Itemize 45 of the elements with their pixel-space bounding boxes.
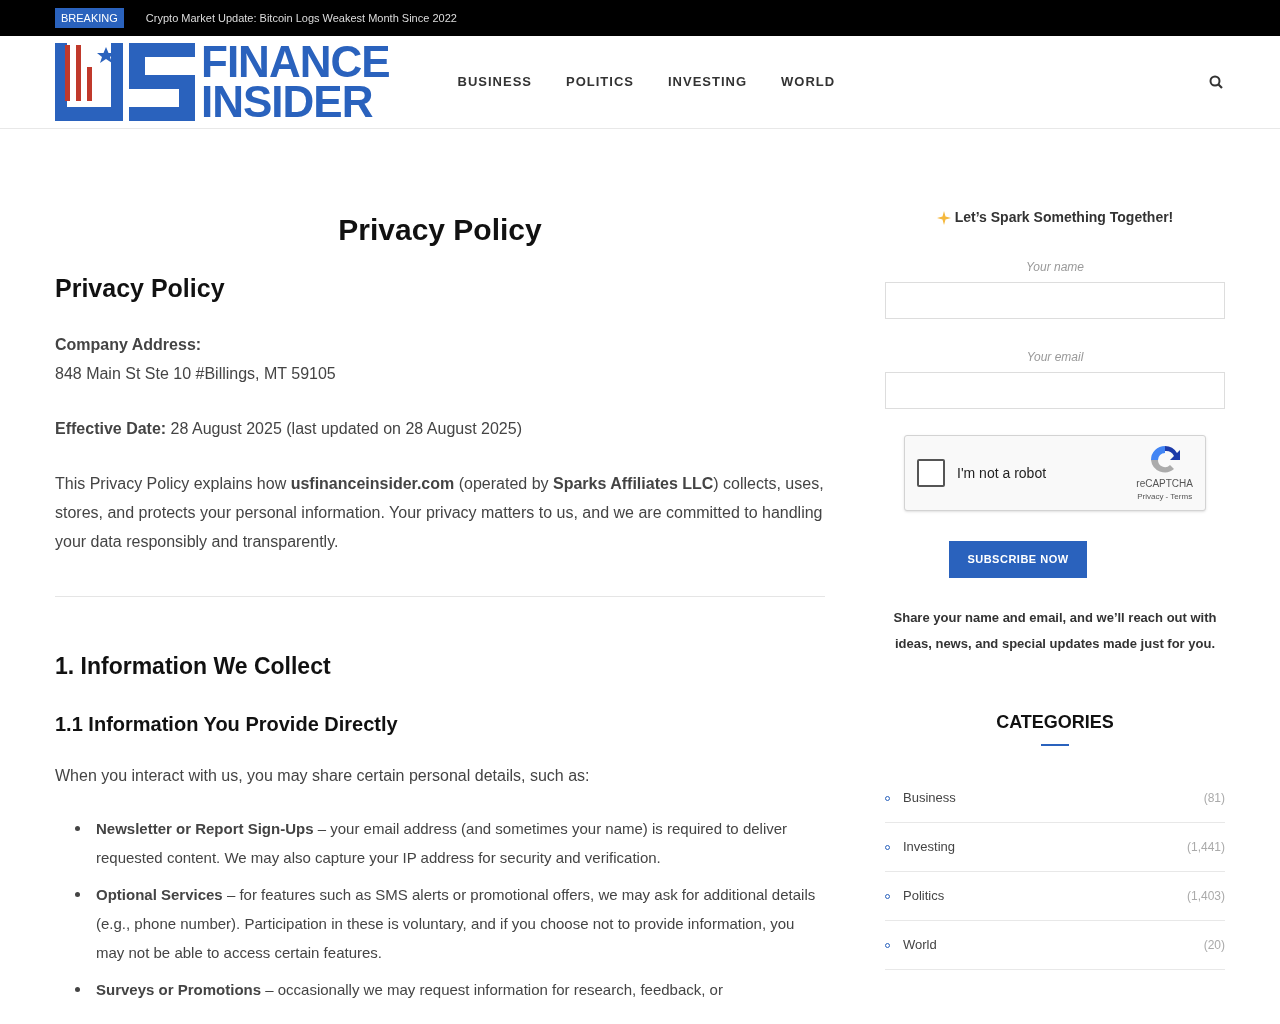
category-count: (1,441) [1186, 839, 1225, 856]
subsection-heading: 1.1 Information You Provide Directly [55, 712, 399, 737]
captcha-brand: reCAPTCHA [1136, 476, 1193, 491]
address-label: Company Address: [55, 334, 203, 355]
field-label: Your email [1025, 349, 1085, 366]
nav-link[interactable]: WORLD [781, 72, 836, 92]
captcha-checkbox[interactable] [917, 459, 945, 487]
category-count: (81) [1203, 790, 1225, 807]
bullet-text: Optional Services – for features such as SMS alerts or promotional offers, we may ask for additional details (e.g., phone number). Participation in these is voluntary, and if you choose not to provide information, you may not be able to access certain features. [96, 885, 817, 963]
category-link[interactable]: Politics [903, 886, 945, 906]
category-link[interactable]: Investing [903, 837, 956, 857]
category-count: (20) [1203, 937, 1225, 954]
category-link[interactable]: World [903, 935, 937, 955]
nav-link[interactable]: BUSINESS [457, 72, 533, 92]
email-field[interactable] [885, 372, 1225, 409]
page-title: Privacy Policy [337, 212, 543, 248]
category-count: (1,403) [1186, 888, 1225, 905]
intro-paragraph: This Privacy Policy explains how usfinanceinsider.com (operated by Sparks Affiliates LLC) collects, uses, stores, and protects your personal information. Your privacy matters to us, and we are committed to handling your data responsibly and transparently. [55, 473, 825, 552]
logo-text: INSIDER [201, 82, 374, 122]
headline-link[interactable]: Crypto Market Update: Bitcoin Logs Weakest Month Since 2022 [145, 9, 457, 27]
section-heading: 1. Information We Collect [55, 651, 332, 681]
article-heading: Privacy Policy [55, 273, 226, 304]
sparkle-icon [936, 210, 951, 225]
category-link[interactable]: Business [903, 788, 956, 808]
logo-text: FINANCE [201, 42, 390, 82]
address-text: 848 Main St Ste 10 #Billings, MT 59105 [55, 363, 337, 384]
bullet-text: Surveys or Promotions – occasionally we may request information for research, feedback, or [96, 980, 723, 1000]
categories-heading: CATEGORIES [995, 711, 1115, 734]
subscribe-button[interactable]: SUBSCRIBE NOW [949, 541, 1087, 578]
site-logo[interactable]: FINANCE INSIDER [55, 42, 390, 122]
nav-link[interactable]: POLITICS [566, 72, 634, 92]
captcha-label: I'm not a robot [957, 463, 1047, 483]
search-icon[interactable] [1209, 75, 1223, 89]
nav-link[interactable]: INVESTING [668, 72, 748, 92]
breaking-badge: BREAKING [55, 7, 124, 29]
logo-mark-icon [55, 43, 195, 121]
signup-note: Share your name and email, and we’ll reach out with ideas, news, and special updates made just for you. [892, 609, 1218, 653]
field-label: Your name [1024, 259, 1085, 276]
captcha-links[interactable]: Privacy - Terms [1137, 490, 1193, 503]
bullet-text: Newsletter or Report Sign-Ups – your email address (and sometimes your name) is required to deliver requested content. We may also capture your IP address for security and verification. [96, 819, 789, 868]
signup-title: Let’s Spark Something Together! [954, 208, 1174, 227]
heading-underline [1041, 744, 1069, 746]
effective-date: Effective Date: 28 August 2025 (last updated on 28 August 2025) [55, 418, 523, 439]
lead-paragraph: When you interact with us, you may share certain personal details, such as: [55, 766, 591, 786]
name-field[interactable] [885, 282, 1225, 319]
